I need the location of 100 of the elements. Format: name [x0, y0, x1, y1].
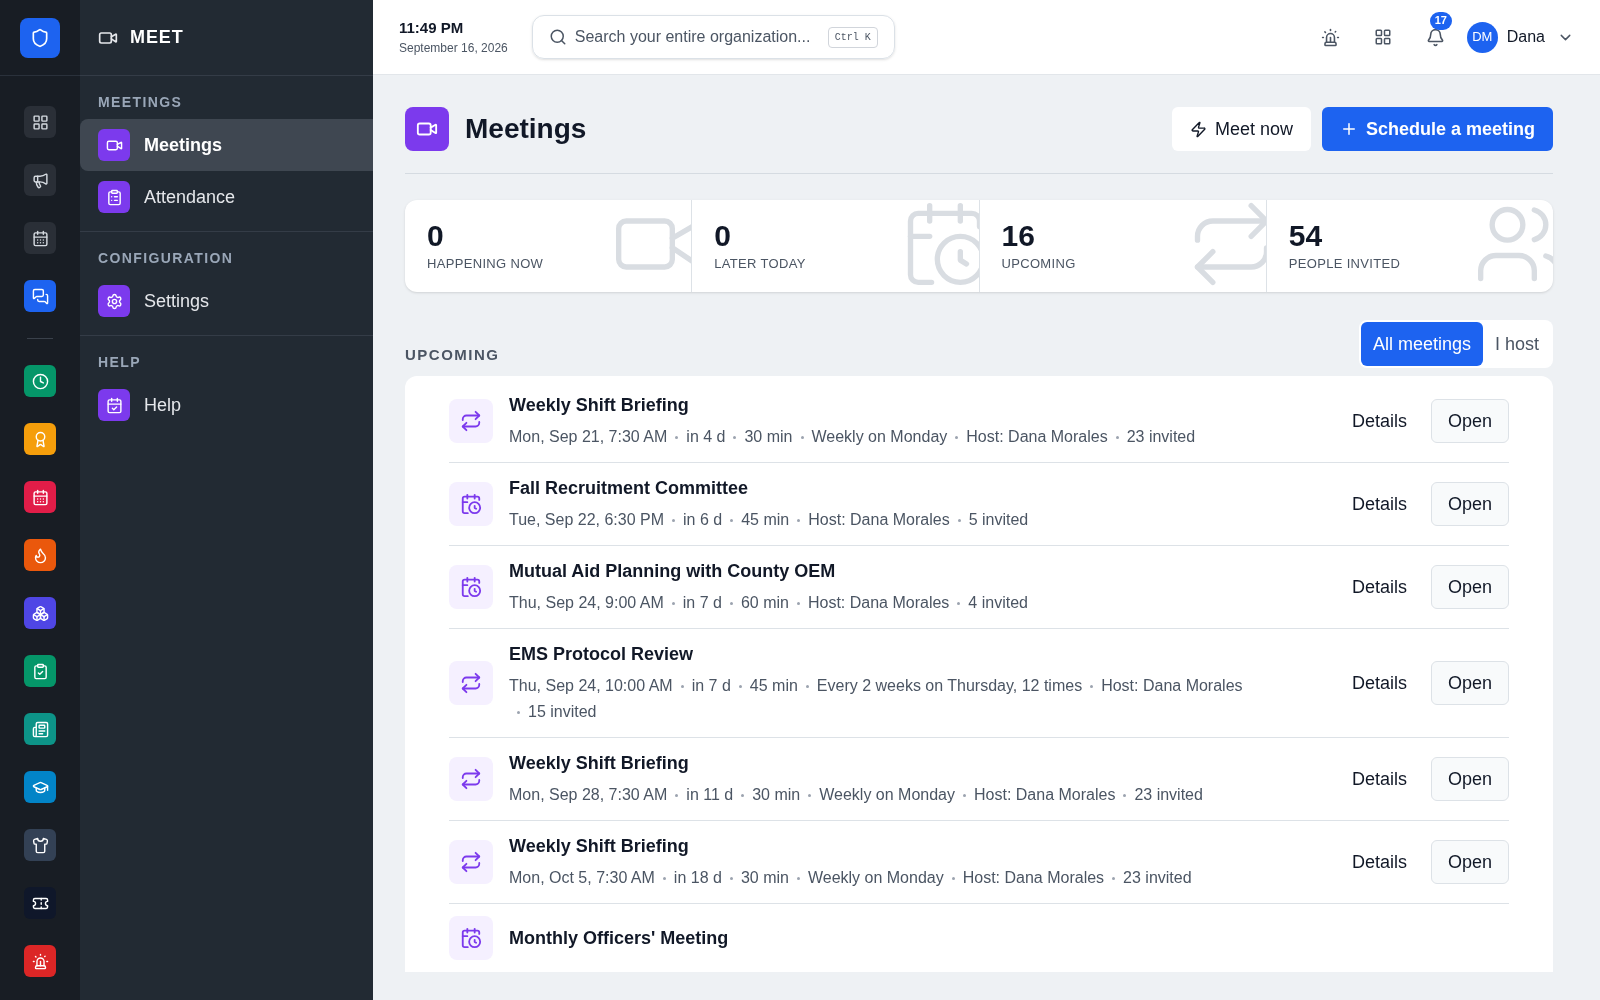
siren-icon[interactable] — [1320, 27, 1340, 47]
clipboard-icon — [98, 181, 130, 213]
meeting-detail: 45 min — [749, 676, 798, 696]
meeting-detail: in 7 d — [691, 676, 731, 696]
meeting-detail: Mon, Sep 21, 7:30 AM — [509, 427, 668, 447]
meeting-detail: 5 invited — [968, 510, 1029, 530]
calendar-clock-icon — [449, 482, 493, 526]
repeat-icon — [449, 399, 493, 443]
meeting-detail: 45 min — [741, 510, 790, 530]
meeting-detail: Weekly on Monday — [811, 427, 948, 447]
meeting-detail: in 4 d — [686, 427, 726, 447]
repeat-icon — [449, 840, 493, 884]
user-name[interactable]: Dana — [1506, 25, 1545, 49]
meeting-detail: 23 invited — [1123, 868, 1192, 888]
section-heading: HELP — [97, 353, 142, 372]
lightning-icon — [1189, 120, 1207, 138]
meeting-detail: 60 min — [740, 593, 789, 613]
meeting-detail: Mon, Oct 5, 7:30 AM — [509, 868, 655, 888]
open-button[interactable]: Open — [1430, 482, 1509, 526]
open-button[interactable]: Open — [1430, 399, 1509, 443]
filter-tab[interactable]: I host — [1482, 322, 1551, 366]
stat-label: UPCOMING — [1001, 255, 1077, 274]
apps-grid-icon[interactable] — [1373, 28, 1392, 46]
grid-icon[interactable] — [24, 106, 56, 138]
meeting-detail: Mon, Sep 28, 7:30 AM — [509, 785, 668, 805]
meeting-detail: Thu, Sep 24, 9:00 AM — [509, 593, 664, 613]
meeting-detail: Host: Dana Morales — [807, 593, 950, 613]
clock-time: 11:49 PM — [399, 17, 465, 38]
notifications-icon[interactable] — [1425, 27, 1445, 47]
meeting-title[interactable]: Monthly Officers' Meeting — [509, 924, 1509, 952]
shield-logo-icon[interactable] — [20, 17, 60, 58]
section-heading: UPCOMING — [405, 344, 500, 365]
meeting-detail: in 7 d — [682, 593, 722, 613]
meeting-detail: Host: Dana Morales — [966, 427, 1108, 447]
meeting-detail: 4 invited — [968, 593, 1028, 613]
graduation-cap-icon[interactable] — [24, 771, 56, 803]
award-icon[interactable] — [24, 423, 56, 455]
calendar-icon[interactable] — [24, 481, 56, 513]
nav-item[interactable]: Help — [80, 379, 373, 431]
details-button[interactable]: Details — [1335, 482, 1423, 526]
meeting-detail: 30 min — [744, 427, 793, 447]
meeting-detail: in 18 d — [673, 868, 722, 888]
meeting-title[interactable]: EMS Protocol Review — [509, 641, 1336, 668]
meeting-title[interactable]: Weekly Shift Briefing — [509, 833, 1336, 860]
boxes-icon[interactable] — [24, 597, 56, 629]
filter-tab[interactable]: All meetings — [1360, 322, 1483, 366]
details-button[interactable]: Details — [1335, 661, 1423, 705]
section-heading: CONFIGURATION — [97, 249, 235, 268]
video-icon — [98, 129, 130, 161]
calendar-icon[interactable] — [24, 222, 56, 254]
meet-now-button[interactable]: Meet now — [1171, 107, 1311, 151]
notification-badge: 17 — [1429, 11, 1452, 30]
stat-label: HAPPENING NOW — [427, 255, 545, 274]
newspaper-icon[interactable] — [24, 713, 56, 745]
repeat-icon — [449, 661, 493, 705]
user-avatar[interactable]: DM — [1466, 21, 1498, 53]
meeting-title[interactable]: Mutual Aid Planning with County OEM — [509, 558, 1336, 585]
stat-value: 54 — [1288, 218, 1324, 255]
nav-item[interactable]: Meetings — [80, 119, 373, 171]
meeting-detail: 23 invited — [1134, 785, 1203, 805]
siren-icon[interactable] — [24, 945, 56, 977]
details-button[interactable]: Details — [1335, 399, 1423, 443]
stat-value: 16 — [1001, 218, 1036, 255]
details-button[interactable]: Details — [1335, 757, 1423, 801]
search-icon — [548, 28, 567, 46]
repeat-icon — [449, 757, 493, 801]
meeting-title[interactable]: Fall Recruitment Committee — [509, 475, 1336, 502]
chat-icon[interactable] — [24, 280, 56, 312]
meeting-detail: Host: Dana Morales — [962, 868, 1105, 888]
open-button[interactable]: Open — [1430, 757, 1509, 801]
stat-label: PEOPLE INVITED — [1288, 255, 1402, 274]
section-heading: MEETINGS — [97, 93, 184, 112]
meeting-detail: Tue, Sep 22, 6:30 PM — [509, 510, 665, 530]
meeting-title[interactable]: Weekly Shift Briefing — [509, 750, 1336, 777]
meeting-detail: Host: Dana Morales — [1101, 676, 1243, 696]
open-button[interactable]: Open — [1430, 840, 1509, 884]
open-button[interactable]: Open — [1430, 565, 1509, 609]
megaphone-icon[interactable] — [24, 164, 56, 196]
meeting-title[interactable]: Weekly Shift Briefing — [509, 392, 1336, 419]
nav-item[interactable]: Settings — [80, 275, 373, 327]
stat-label: LATER TODAY — [714, 255, 807, 274]
nav-item[interactable]: Attendance — [80, 171, 373, 223]
search-input[interactable]: Search your entire organization... — [574, 25, 820, 49]
meeting-detail: Every 2 weeks on Thursday, 12 times — [816, 676, 1083, 696]
meeting-detail: Host: Dana Morales — [808, 510, 950, 530]
search-field[interactable]: Search your entire organization... Ctrl K — [531, 15, 895, 59]
open-button[interactable]: Open — [1430, 661, 1509, 705]
meeting-detail: Weekly on Monday — [807, 868, 944, 888]
schedule-button[interactable]: Schedule a meeting — [1321, 107, 1553, 151]
meeting-detail: Thu, Sep 24, 10:00 AM — [509, 676, 673, 696]
clock-date: September 16, 2026 — [399, 40, 508, 58]
ticket-icon[interactable] — [24, 887, 56, 919]
meeting-detail: 30 min — [752, 785, 801, 805]
shirt-icon[interactable] — [24, 829, 56, 861]
details-button[interactable]: Details — [1335, 565, 1423, 609]
clipboard-check-icon[interactable] — [24, 655, 56, 687]
shortcut-hint: Ctrl K — [827, 26, 878, 48]
flame-icon[interactable] — [24, 539, 56, 571]
clock-icon[interactable] — [24, 365, 56, 397]
details-button[interactable]: Details — [1335, 840, 1423, 884]
